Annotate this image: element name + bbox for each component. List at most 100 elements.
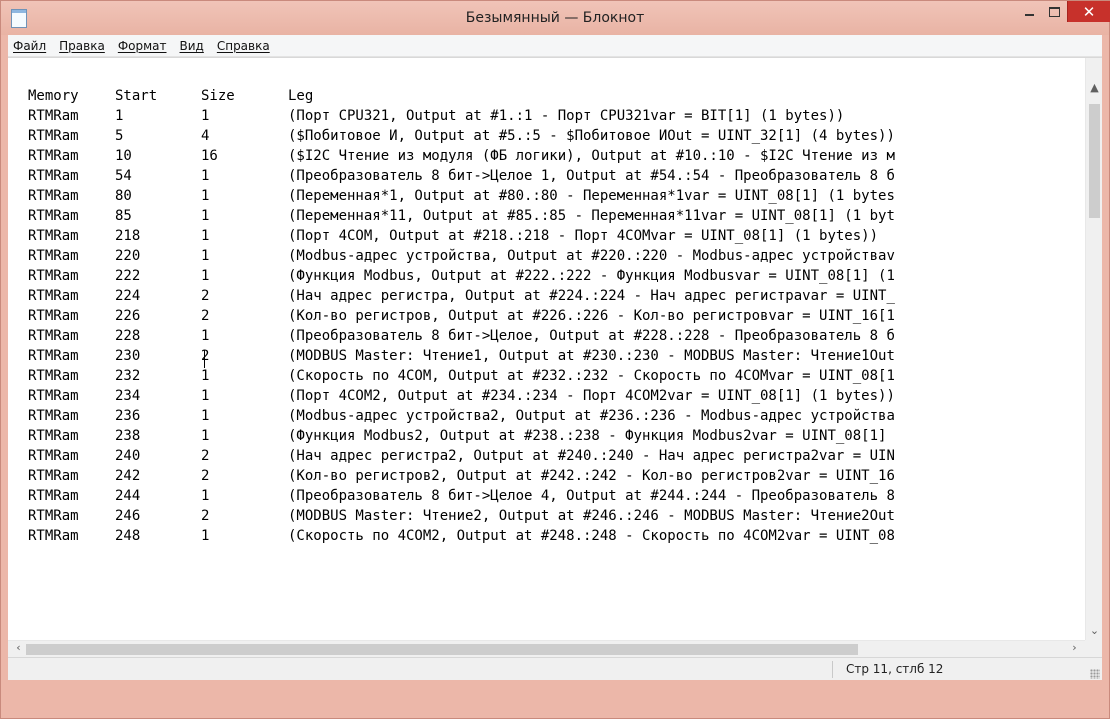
text-line: RTMRam 5 4 ($Побитовое И, Output at #5.:5 -… — [8, 126, 1085, 146]
memory-cell: RTMRam — [28, 508, 79, 524]
start-cell: 238 — [115, 428, 141, 444]
start-cell: 232 — [115, 368, 141, 384]
menu-view[interactable]: Вид — [173, 39, 210, 53]
scroll-right-arrow-icon[interactable]: › — [1066, 641, 1083, 654]
text-line: RTMRam 230 2 (MODBUS Master: Чтение1, Outpu… — [8, 346, 1085, 366]
size-cell: 1 — [201, 188, 210, 204]
size-cell: 16 — [201, 148, 218, 164]
size-cell: 2 — [201, 288, 210, 304]
size-cell: 1 — [201, 268, 210, 284]
leg-cell: (Порт CPU321, Output at #1.:1 - Порт CPU… — [288, 108, 845, 124]
memory-cell: RTMRam — [28, 348, 79, 364]
menu-format[interactable]: Формат — [111, 39, 173, 53]
memory-cell: RTMRam — [28, 308, 79, 324]
text-line: RTMRam 10 16 ($I2C Чтение из модуля (ФБ лог… — [8, 146, 1085, 166]
text-line: RTMRam 234 1 (Порт 4COM2, Output at #234.:2… — [8, 386, 1085, 406]
start-cell: 224 — [115, 288, 141, 304]
memory-cell: RTMRam — [28, 148, 79, 164]
size-cell: 2 — [201, 308, 210, 324]
start-cell: 54 — [115, 168, 132, 184]
leg-cell: (Преобразователь 8 бит->Целое, Output at… — [288, 328, 895, 344]
size-cell: 1 — [201, 168, 210, 184]
start-cell: 246 — [115, 508, 141, 524]
text-line: RTMRam 244 1 (Преобразователь 8 бит->Целое … — [8, 486, 1085, 506]
start-cell: 230 — [115, 348, 141, 364]
text-line: RTMRam 54 1 (Преобразователь 8 бит->Целое 1… — [8, 166, 1085, 186]
scroll-left-arrow-icon[interactable]: ‹ — [10, 641, 27, 654]
text-line: RTMRam 228 1 (Преобразователь 8 бит->Целое,… — [8, 326, 1085, 346]
vertical-scrollbar[interactable]: ▲ ⌄ — [1085, 58, 1102, 640]
text-line: RTMRam 248 1 (Скорость по 4COM2, Output at … — [8, 526, 1085, 546]
memory-cell: RTMRam — [28, 228, 79, 244]
size-cell: 1 — [201, 488, 210, 504]
close-button[interactable]: ✕ — [1067, 1, 1110, 22]
size-cell: 2 — [201, 448, 210, 464]
menu-edit[interactable]: Правка — [52, 39, 111, 53]
leg-cell: (Порт 4COM, Output at #218.:218 - Порт 4… — [288, 228, 879, 244]
status-bar: Стр 11, стлб 12 — [8, 657, 1102, 681]
cursor-position: Стр 11, стлб 12 — [846, 662, 944, 676]
text-line: RTMRam 80 1 (Переменная*1, Output at #80.:8… — [8, 186, 1085, 206]
leg-cell: (Скорость по 4COM2, Output at #248.:248 … — [288, 528, 895, 544]
leg-cell: (Преобразователь 8 бит->Целое 1, Output … — [288, 168, 895, 184]
start-cell: 85 — [115, 208, 132, 224]
memory-cell: RTMRam — [28, 248, 79, 264]
text-line: RTMRam 232 1 (Скорость по 4COM, Output at #… — [8, 366, 1085, 386]
text-content[interactable]: Memory Start Size Leg RTMRam 1 1 (Порт CPU3… — [8, 58, 1085, 640]
header-leg: Leg — [288, 88, 314, 104]
memory-cell: RTMRam — [28, 168, 79, 184]
start-cell: 10 — [115, 148, 132, 164]
minimize-button[interactable] — [1017, 1, 1042, 22]
menu-bar: Файл Правка Формат Вид Справка — [8, 35, 1102, 57]
size-cell: 1 — [201, 248, 210, 264]
menu-help[interactable]: Справка — [210, 39, 276, 53]
horizontal-scrollbar[interactable]: ‹ › — [8, 640, 1085, 657]
text-line: RTMRam 226 2 (Кол-во регистров, Output at #… — [8, 306, 1085, 326]
text-line: RTMRam 236 1 (Modbus-адрес устройства2, Out… — [8, 406, 1085, 426]
scroll-up-arrow-icon[interactable]: ▲ — [1086, 81, 1102, 94]
text-line: RTMRam 220 1 (Modbus-адрес устройства, Outp… — [8, 246, 1085, 266]
editor[interactable]: Memory Start Size Leg RTMRam 1 1 (Порт CPU3… — [8, 57, 1102, 657]
memory-cell: RTMRam — [28, 328, 79, 344]
resize-grip-icon[interactable] — [1090, 669, 1100, 679]
start-cell: 222 — [115, 268, 141, 284]
leg-cell: (MODBUS Master: Чтение1, Output at #230.… — [288, 348, 895, 364]
start-cell: 242 — [115, 468, 141, 484]
horizontal-scroll-thumb[interactable] — [26, 644, 858, 655]
size-cell: 1 — [201, 368, 210, 384]
start-cell: 80 — [115, 188, 132, 204]
memory-cell: RTMRam — [28, 108, 79, 124]
start-cell: 244 — [115, 488, 141, 504]
leg-cell: (Нач адрес регистра, Output at #224.:224… — [288, 288, 895, 304]
scroll-corner — [1085, 640, 1102, 657]
leg-cell: (Скорость по 4COM, Output at #232.:232 -… — [288, 368, 895, 384]
close-icon: ✕ — [1082, 2, 1096, 21]
leg-cell: (Функция Modbus, Output at #222.:222 - Ф… — [288, 268, 895, 284]
leg-cell: (MODBUS Master: Чтение2, Output at #246.… — [288, 508, 895, 524]
text-line: RTMRam 246 2 (MODBUS Master: Чтение2, Outpu… — [8, 506, 1085, 526]
size-cell: 4 — [201, 128, 210, 144]
vertical-scroll-thumb[interactable] — [1089, 104, 1100, 218]
menu-file[interactable]: Файл — [8, 39, 52, 53]
maximize-button[interactable] — [1042, 1, 1067, 22]
notepad-window: Безымянный — Блокнот ✕ Файл Правка Форма… — [0, 0, 1110, 719]
memory-cell: RTMRam — [28, 448, 79, 464]
leg-cell: (Кол-во регистров, Output at #226.:226 -… — [288, 308, 895, 324]
size-cell: 2 — [201, 468, 210, 484]
header-size: Size — [201, 88, 235, 104]
start-cell: 228 — [115, 328, 141, 344]
memory-cell: RTMRam — [28, 368, 79, 384]
size-cell: 1 — [201, 208, 210, 224]
size-cell: 1 — [201, 408, 210, 424]
scroll-down-arrow-icon[interactable]: ⌄ — [1086, 624, 1102, 637]
size-cell: 1 — [201, 388, 210, 404]
header-row: Memory Start Size Leg — [8, 86, 1085, 106]
size-cell: 1 — [201, 228, 210, 244]
minimize-icon — [1025, 14, 1034, 16]
leg-cell: (Переменная*11, Output at #85.:85 - Пере… — [288, 208, 895, 224]
window-title: Безымянный — Блокнот — [465, 10, 645, 26]
header-start: Start — [115, 88, 158, 104]
status-separator — [832, 661, 833, 678]
size-cell: 1 — [201, 528, 210, 544]
title-bar[interactable]: Безымянный — Блокнот ✕ — [1, 1, 1110, 35]
